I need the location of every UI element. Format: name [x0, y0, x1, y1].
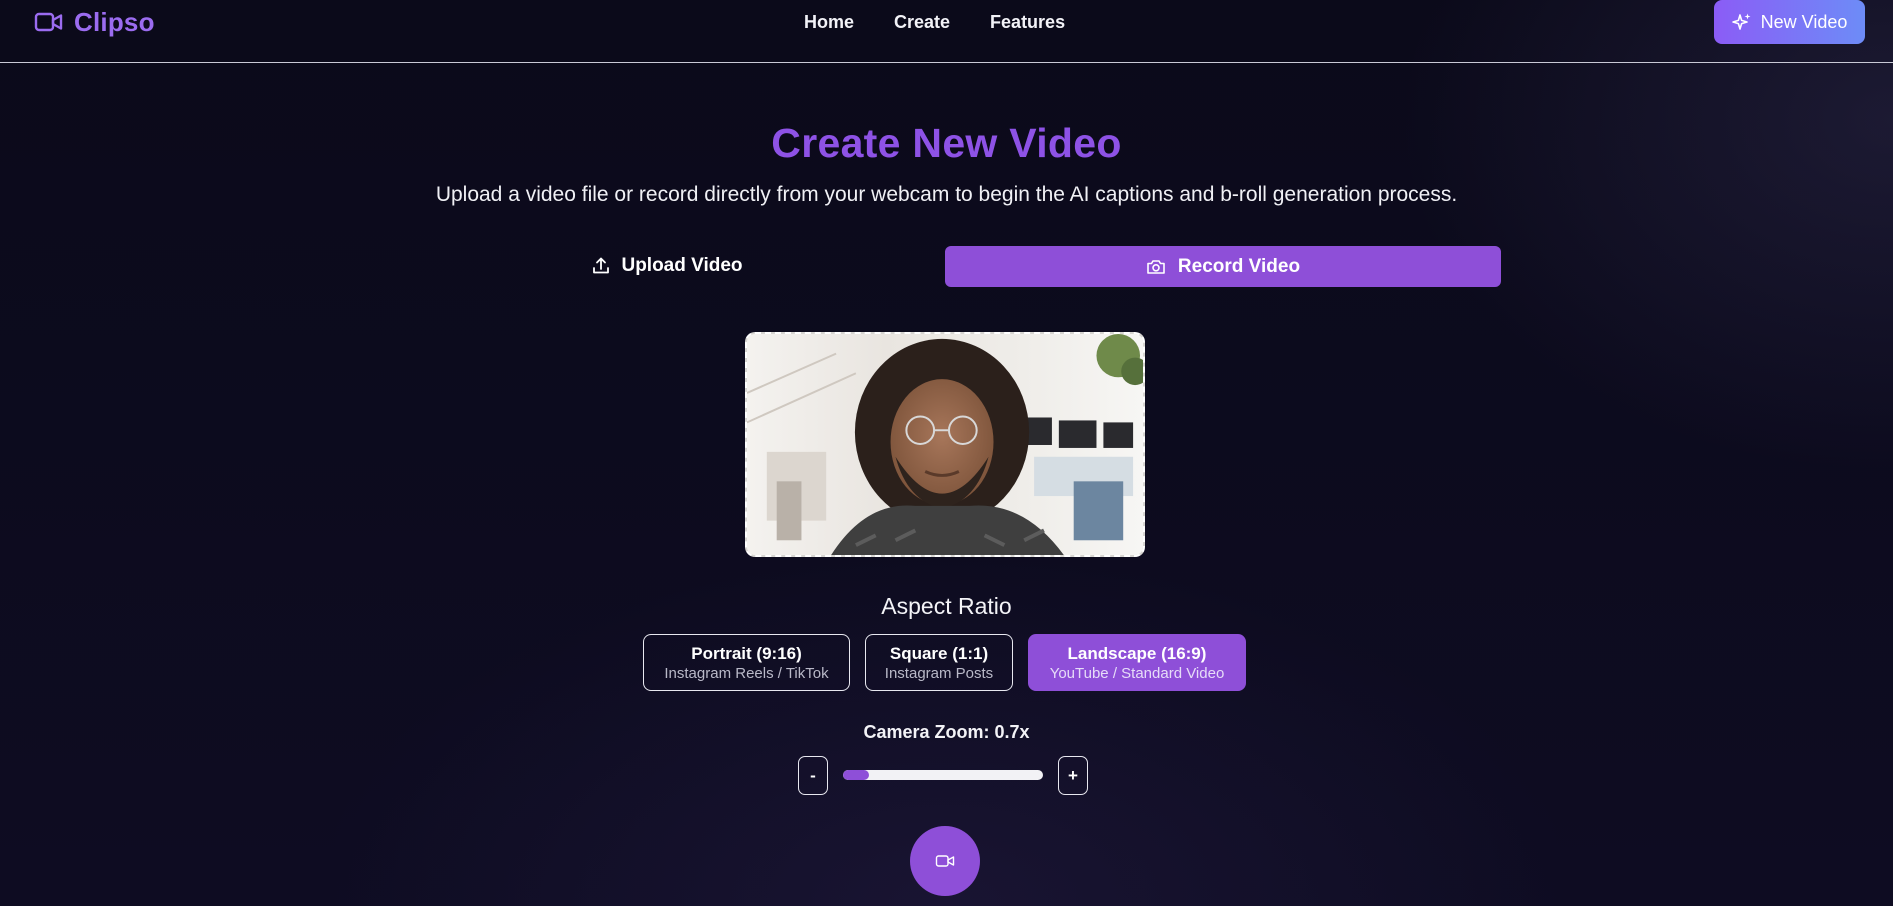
zoom-in-button[interactable]: +	[1058, 756, 1088, 795]
brand-logo[interactable]: Clipso	[34, 4, 155, 40]
nav-link-features[interactable]: Features	[990, 10, 1065, 34]
aspect-option-desc: Instagram Reels / TikTok	[664, 664, 829, 682]
nav-links: Home Create Features	[804, 10, 1065, 34]
video-camera-icon	[34, 12, 63, 32]
aspect-option-desc: Instagram Posts	[884, 664, 994, 682]
aspect-portrait-button[interactable]: Portrait (9:16) Instagram Reels / TikTok	[643, 634, 850, 691]
new-video-label: New Video	[1760, 11, 1848, 32]
video-camera-icon	[935, 855, 955, 867]
top-nav: Clipso Home Create Features New Video	[0, 0, 1893, 63]
camera-zoom-label: Camera Zoom: 0.7x	[863, 722, 1030, 742]
page-title: Create New Video	[771, 120, 1122, 166]
new-video-button[interactable]: New Video	[1714, 0, 1865, 44]
start-recording-button[interactable]	[910, 826, 980, 896]
upload-video-tab[interactable]: Upload Video	[390, 246, 944, 286]
aspect-option-desc: YouTube / Standard Video	[1049, 664, 1225, 682]
zoom-slider-fill	[843, 770, 869, 780]
aspect-option-name: Portrait (9:16)	[691, 643, 802, 663]
page-subtitle: Upload a video file or record directly f…	[435, 183, 1458, 206]
aspect-option-name: Square (1:1)	[889, 643, 989, 663]
upload-icon	[593, 257, 610, 274]
webcam-feed-image	[747, 334, 1143, 555]
webcam-preview	[745, 332, 1145, 557]
aspect-option-name: Landscape (16:9)	[1067, 643, 1207, 663]
aspect-ratio-title: Aspect Ratio	[881, 593, 1012, 619]
upload-video-label: Upload Video	[621, 255, 743, 276]
aspect-square-button[interactable]: Square (1:1) Instagram Posts	[865, 634, 1013, 691]
aspect-landscape-button[interactable]: Landscape (16:9) YouTube / Standard Vide…	[1028, 634, 1246, 691]
record-video-label: Record Video	[1177, 255, 1301, 277]
zoom-slider[interactable]	[843, 770, 1043, 780]
sparkles-icon	[1731, 13, 1751, 30]
zoom-out-button[interactable]: -	[798, 756, 828, 795]
nav-link-home[interactable]: Home	[804, 10, 854, 34]
camera-icon	[1147, 259, 1165, 274]
record-video-tab[interactable]: Record Video	[945, 246, 1501, 287]
nav-link-create[interactable]: Create	[894, 10, 950, 34]
brand-name: Clipso	[74, 6, 155, 37]
